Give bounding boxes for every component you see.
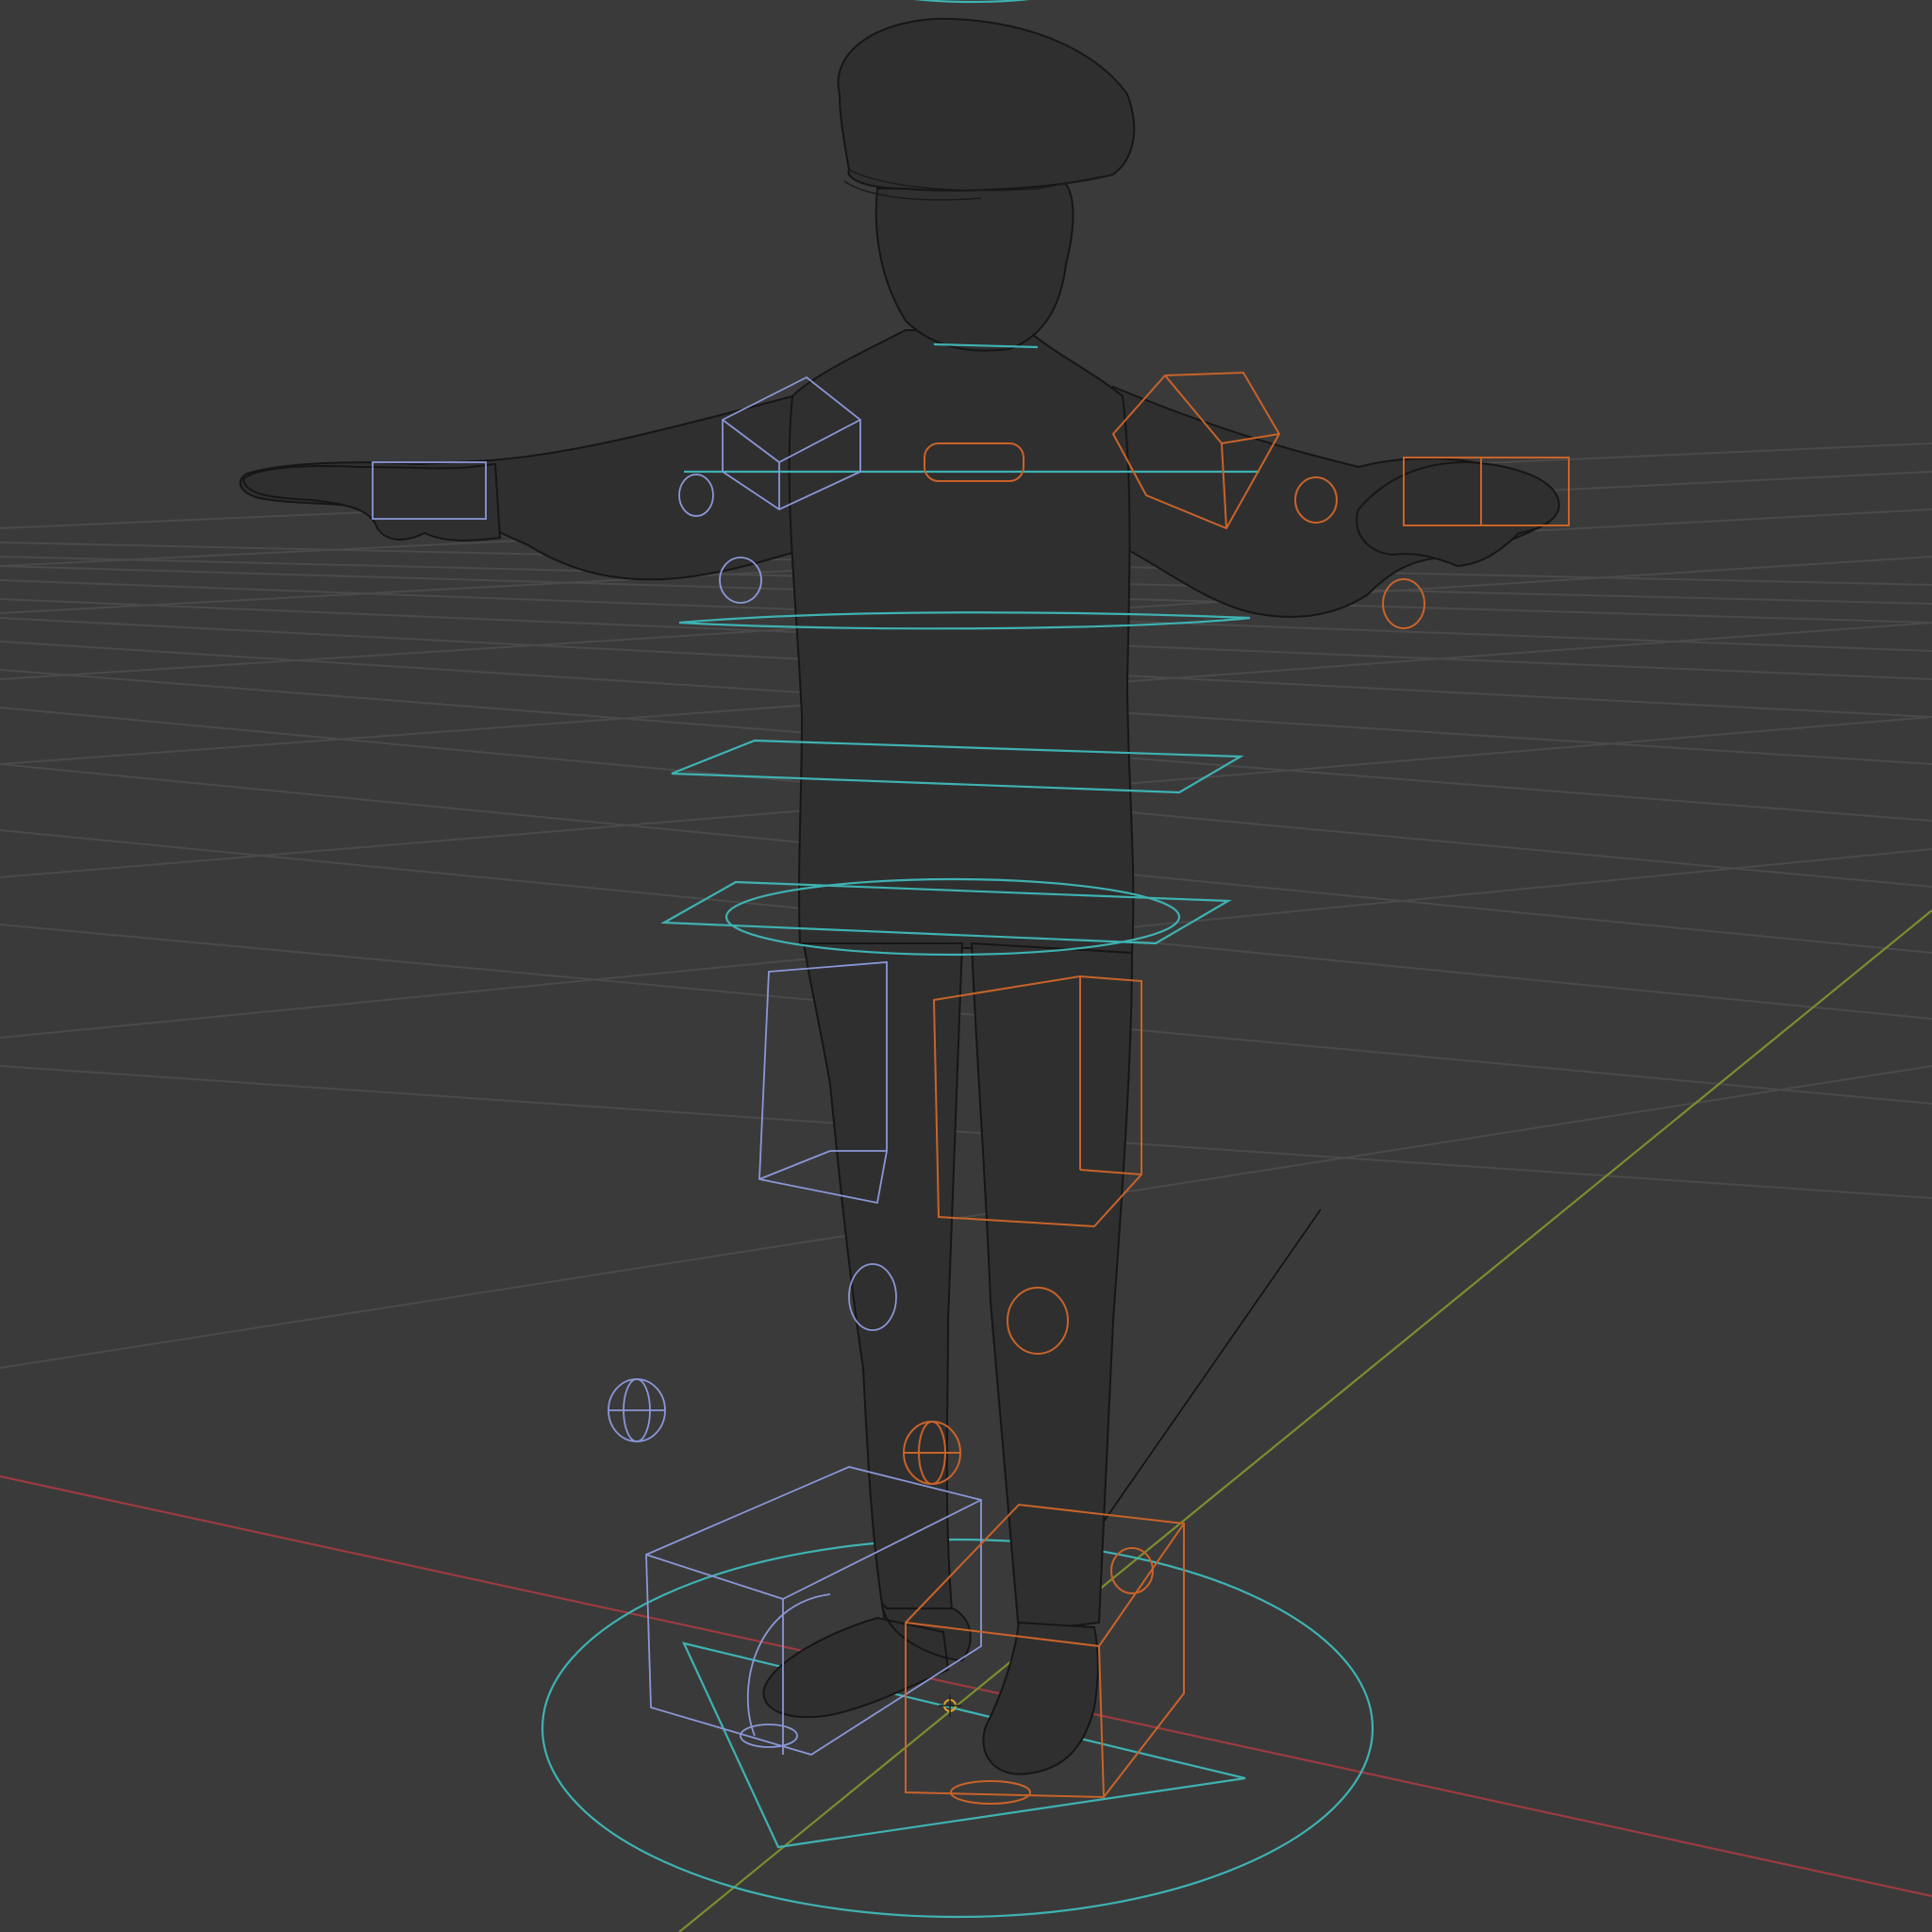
- head-top-control[interactable]: [891, 0, 1052, 4]
- 3d-viewport[interactable]: [0, 0, 1932, 1932]
- left-hand-mesh: [242, 462, 502, 541]
- torso-mesh: [788, 329, 1135, 955]
- light-direction-line: [1098, 1208, 1322, 1529]
- cap-mesh: [837, 17, 1136, 192]
- root-arrow-control[interactable]: [682, 1641, 1246, 1849]
- 3d-cursor-icon[interactable]: [939, 1694, 961, 1717]
- left-shoe-mesh: [762, 1601, 972, 1719]
- head-mesh: [874, 182, 1074, 352]
- root-control[interactable]: [541, 1538, 1374, 1919]
- left-leg-mesh: [802, 942, 964, 1634]
- right-heel-control[interactable]: [950, 1780, 1031, 1805]
- right-toe-control[interactable]: [1110, 1547, 1154, 1594]
- right-arm-pole-control[interactable]: [1382, 578, 1425, 629]
- right-shoe-mesh: [982, 1621, 1099, 1775]
- viewport-scene[interactable]: [0, 0, 1932, 1932]
